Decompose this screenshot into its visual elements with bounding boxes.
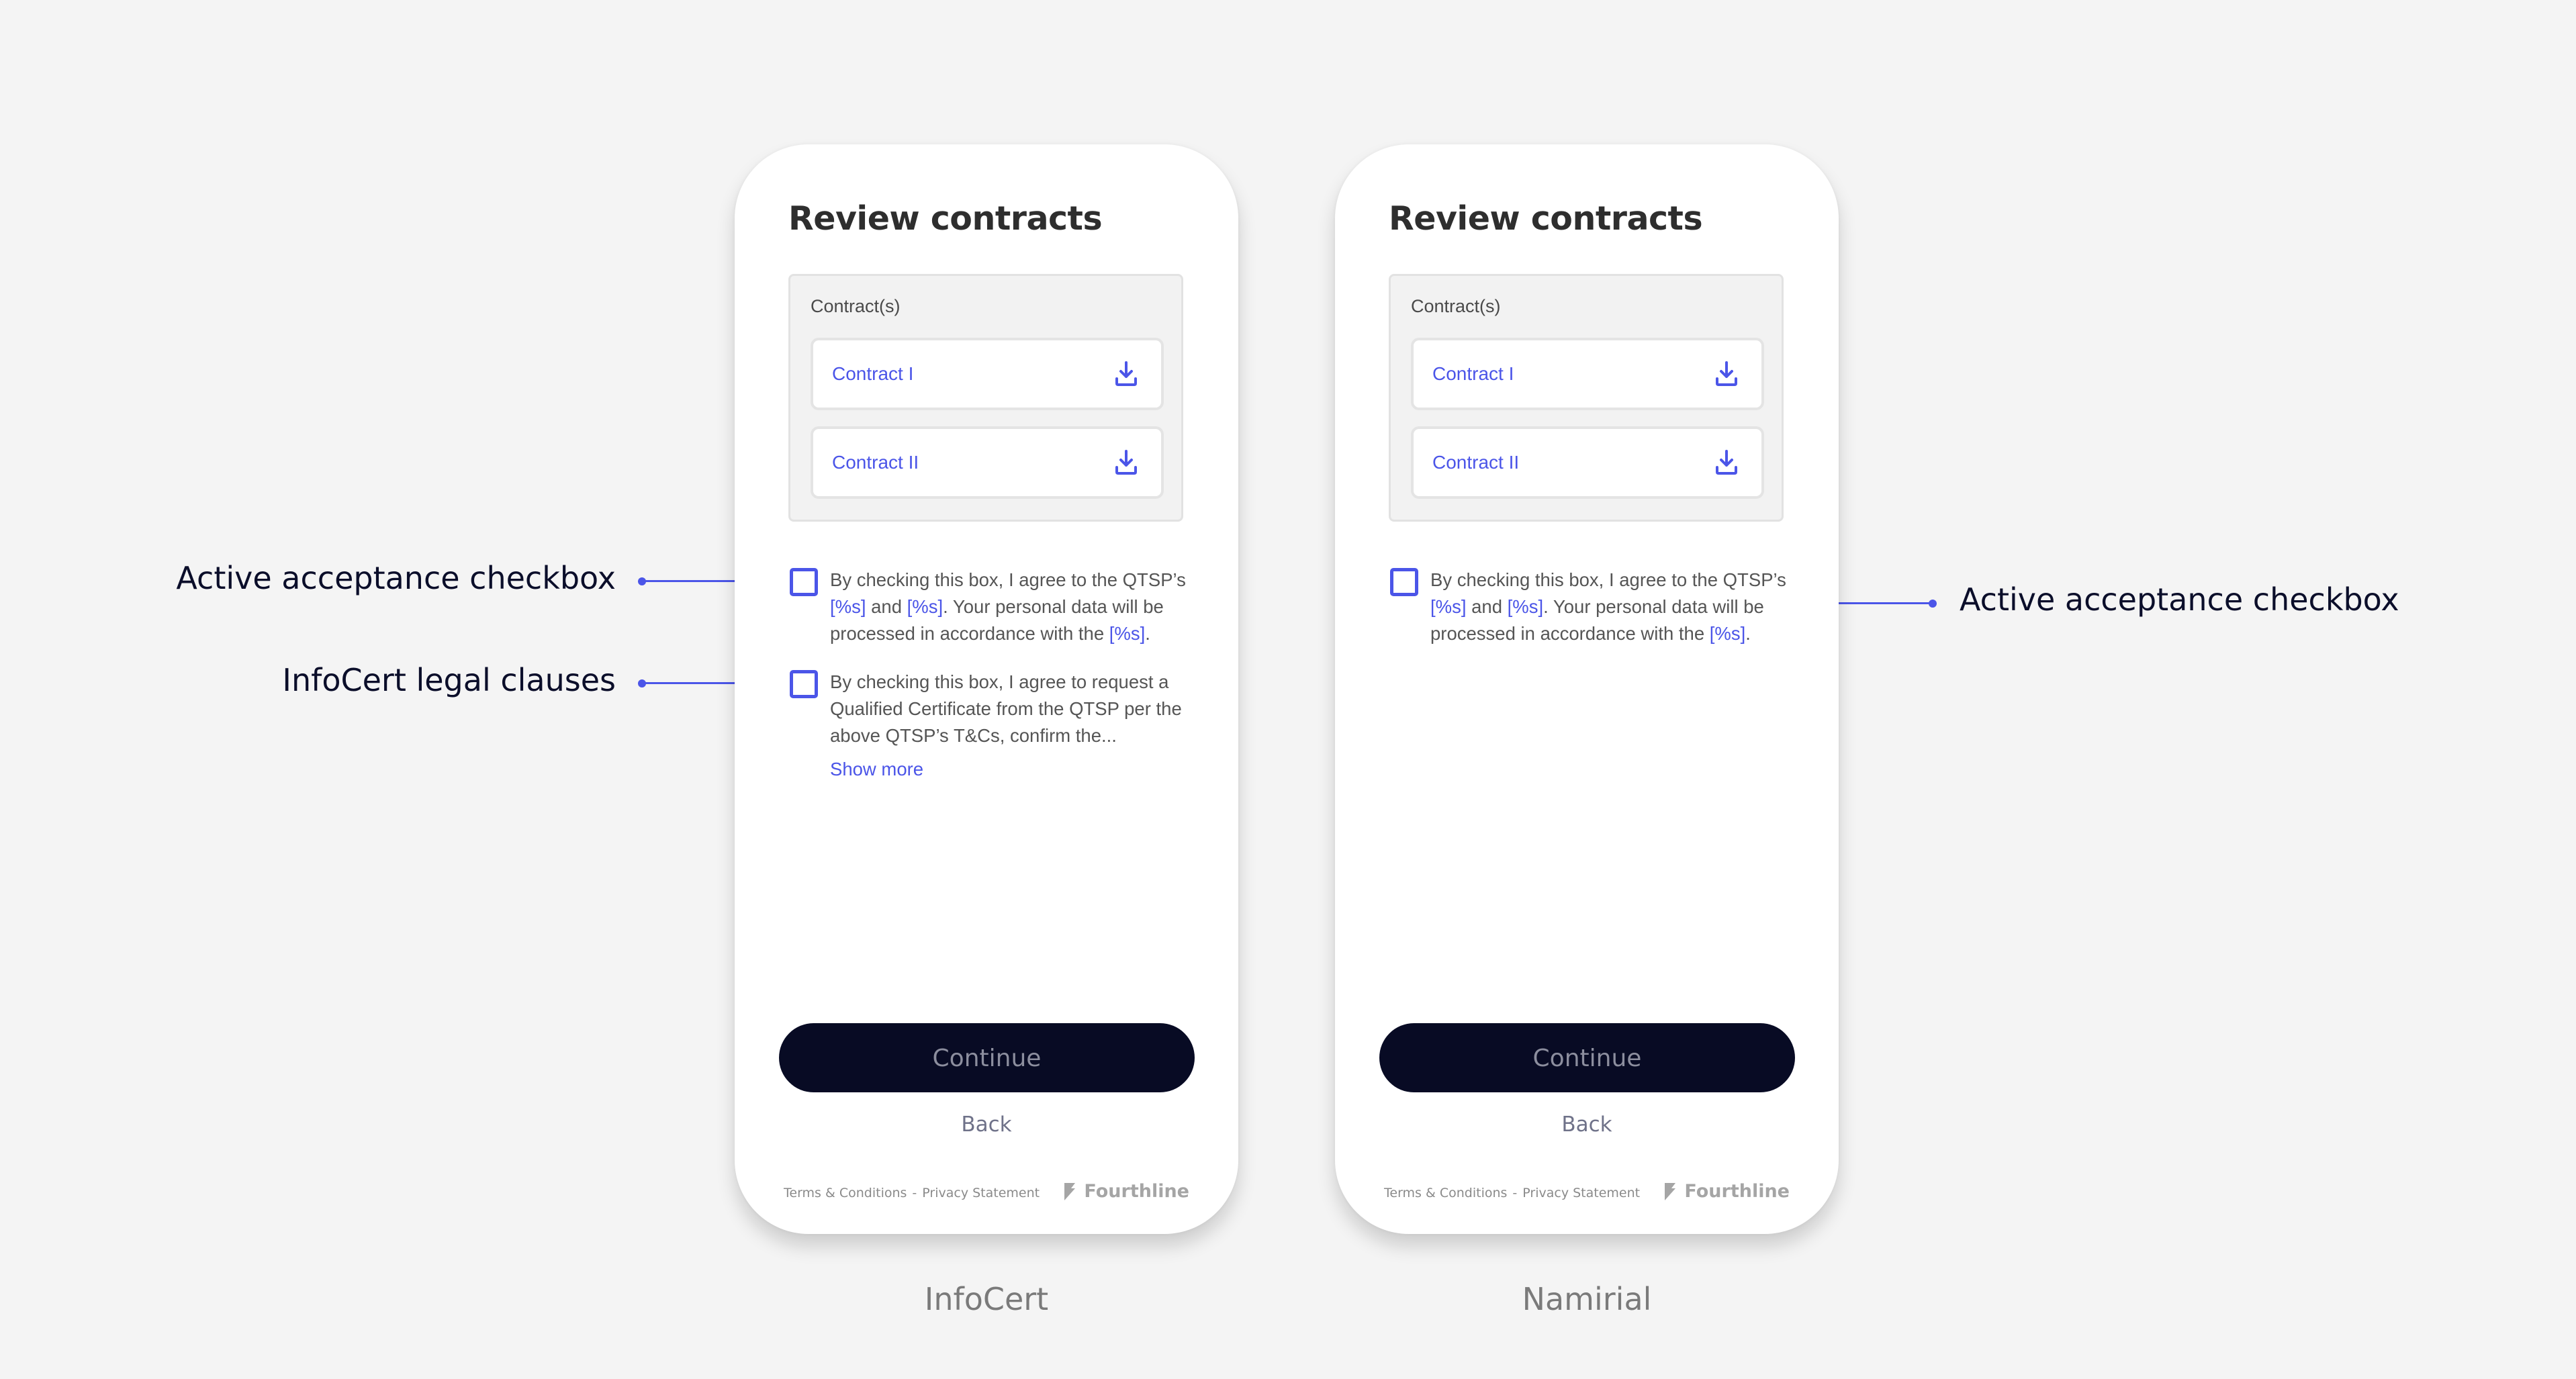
acceptance-checkbox[interactable] [1390, 568, 1418, 596]
download-icon[interactable] [1714, 361, 1739, 387]
annotation-active-acceptance-left: Active acceptance checkbox [176, 560, 616, 596]
terms-conditions-link[interactable]: Terms & Conditions [1384, 1186, 1507, 1200]
page-title: Review contracts [788, 199, 1103, 238]
page-title: Review contracts [1389, 199, 1703, 238]
show-more-link[interactable]: Show more [830, 759, 923, 780]
acceptance-checkbox[interactable] [790, 568, 818, 596]
contract-item-2[interactable]: Contract II [1411, 426, 1764, 499]
fourthline-logo: Fourthline [1664, 1181, 1790, 1202]
fourthline-bolt-icon [1064, 1182, 1076, 1200]
brand-name: Fourthline [1084, 1181, 1189, 1202]
acceptance-text-part: By checking this box, I agree to the QTS… [1430, 569, 1786, 590]
footer-links: Terms & Conditions - Privacy Statement [784, 1186, 1040, 1200]
privacy-placeholder-link[interactable]: [%s] [1109, 623, 1145, 644]
caption-infocert: InfoCert [924, 1281, 1049, 1317]
acceptance-text: By checking this box, I agree to the QTS… [1430, 567, 1806, 647]
download-icon[interactable] [1114, 449, 1138, 476]
contract-name: Contract II [1432, 452, 1520, 473]
annotation-infocert-legal: InfoCert legal clauses [282, 662, 616, 698]
acceptance-text-part: . [1145, 623, 1150, 644]
back-button[interactable]: Back [735, 1112, 1238, 1137]
contract-item-1[interactable]: Contract I [811, 338, 1164, 410]
acceptance-text-part: . [1745, 623, 1751, 644]
download-icon[interactable] [1114, 361, 1138, 387]
terms-conditions-link[interactable]: Terms & Conditions [784, 1186, 907, 1200]
contracts-label: Contract(s) [1411, 296, 1501, 316]
acceptance-text-part: and [866, 596, 907, 617]
acceptance-text: By checking this box, I agree to the QTS… [830, 567, 1206, 647]
footer-separator: - [1512, 1186, 1518, 1200]
legal-clauses-checkbox[interactable] [790, 670, 818, 698]
download-icon[interactable] [1714, 449, 1739, 476]
phone-screen-namirial: Review contracts Contract(s) Contract I … [1335, 144, 1839, 1234]
terms-placeholder-link[interactable]: [%s] [830, 596, 866, 617]
privacy-placeholder-link[interactable]: [%s] [1710, 623, 1745, 644]
phone-screen-infocert: Review contracts Contract(s) Contract I … [735, 144, 1238, 1234]
privacy-statement-link[interactable]: Privacy Statement [922, 1186, 1040, 1200]
footer-links: Terms & Conditions - Privacy Statement [1384, 1186, 1640, 1200]
contract-item-1[interactable]: Contract I [1411, 338, 1764, 410]
brand-name: Fourthline [1684, 1181, 1790, 1202]
acceptance-text-part: and [1466, 596, 1508, 617]
back-button[interactable]: Back [1335, 1112, 1839, 1137]
fourthline-logo: Fourthline [1064, 1181, 1189, 1202]
annotation-active-acceptance-right: Active acceptance checkbox [1960, 581, 2399, 618]
footer-separator: - [912, 1186, 917, 1200]
contract-name: Contract I [1432, 363, 1514, 384]
privacy-statement-link[interactable]: Privacy Statement [1522, 1186, 1640, 1200]
terms-placeholder-link[interactable]: [%s] [1430, 596, 1466, 617]
acceptance-text-part: By checking this box, I agree to the QTS… [830, 569, 1186, 590]
continue-button[interactable]: Continue [1379, 1023, 1795, 1092]
caption-namirial: Namirial [1522, 1281, 1652, 1317]
legal-clauses-text: By checking this box, I agree to request… [830, 671, 1182, 746]
contracts-panel: Contract(s) Contract I Contract II [788, 274, 1183, 522]
contract-name: Contract II [832, 452, 919, 473]
contract-name: Contract I [832, 363, 914, 384]
contracts-panel: Contract(s) Contract I Contract II [1389, 274, 1784, 522]
contract-item-2[interactable]: Contract II [811, 426, 1164, 499]
continue-button[interactable]: Continue [779, 1023, 1195, 1092]
conditions-placeholder-link[interactable]: [%s] [907, 596, 943, 617]
conditions-placeholder-link[interactable]: [%s] [1508, 596, 1543, 617]
fourthline-bolt-icon [1665, 1182, 1676, 1200]
contracts-label: Contract(s) [811, 296, 901, 316]
